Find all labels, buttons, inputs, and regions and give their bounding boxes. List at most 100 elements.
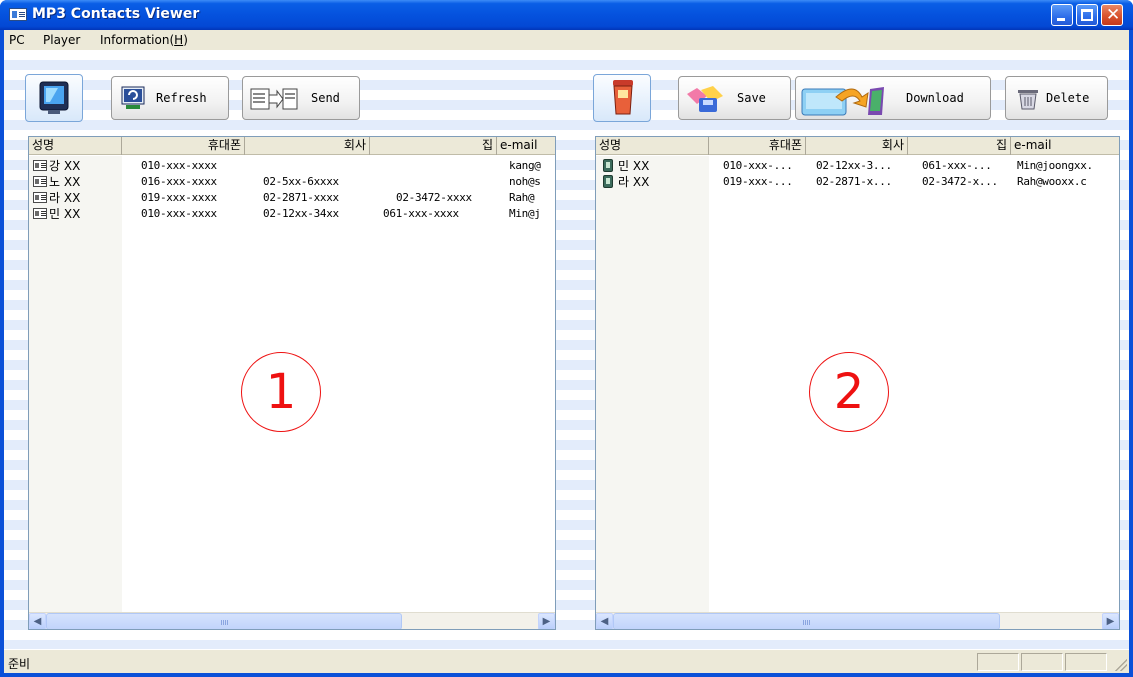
client-area: PC Player Information(H) Refresh Send Sa…: [4, 30, 1129, 673]
contact-home: 061-xxx-...: [922, 159, 992, 172]
marker-2: 2: [809, 352, 889, 432]
delete-label: Delete: [1046, 91, 1090, 105]
scroll-thumb[interactable]: [613, 613, 1000, 629]
send-label: Send: [311, 91, 340, 105]
player-contact-icon: [603, 175, 613, 188]
contact-email: Min@j: [509, 207, 541, 220]
send-icon: [250, 88, 298, 110]
window-title: MP3 Contacts Viewer: [32, 6, 200, 22]
contact-email: noh@s: [509, 175, 541, 188]
contact-mobile: 010-xxx-xxxx: [141, 207, 217, 220]
contact-email: Rah@wooxx.c: [1017, 175, 1087, 188]
contact-row[interactable]: 노 XX 016-xxx-xxxx 02-5xx-6xxxx noh@s: [29, 174, 555, 190]
status-bar: 준비: [4, 649, 1129, 673]
marker-1: 1: [241, 352, 321, 432]
contact-name: 노 XX: [49, 175, 81, 189]
column-header-email[interactable]: e-mail: [497, 137, 555, 155]
contact-mobile: 019-xxx-...: [723, 175, 793, 188]
status-panel: [977, 653, 1019, 671]
minimize-icon: [1057, 18, 1065, 21]
column-header-home[interactable]: 집: [908, 137, 1011, 155]
list-header: 성명 휴대폰 회사 집 e-mail: [596, 137, 1119, 155]
contact-name: 강 XX: [49, 159, 81, 173]
status-panel: [1021, 653, 1063, 671]
column-header-home[interactable]: 집: [370, 137, 497, 155]
contact-email: kang@: [509, 159, 541, 172]
contact-company: 02-2871-x...: [816, 175, 892, 188]
app-icon[interactable]: [9, 8, 27, 21]
main-window: MP3 Contacts Viewer ✕ PC Player Informat…: [0, 0, 1133, 677]
contact-row[interactable]: 라 XX 019-xxx-... 02-2871-x... 02-3472-x.…: [596, 174, 1119, 190]
contact-name: 민 XX: [618, 159, 650, 173]
horizontal-scrollbar[interactable]: ◀ ▶: [596, 612, 1119, 629]
contact-card-icon: [33, 160, 47, 171]
contact-company: 02-2871-xxxx: [263, 191, 339, 204]
save-button[interactable]: Save: [678, 76, 791, 120]
player-mode-button[interactable]: [593, 74, 651, 122]
contact-home: 02-3472-xxxx: [396, 191, 472, 204]
menu-bar: PC Player Information(H): [4, 30, 1129, 50]
close-icon: ✕: [1106, 5, 1121, 25]
column-header-name[interactable]: 성명: [29, 137, 122, 155]
column-header-email[interactable]: e-mail: [1011, 137, 1119, 155]
player-contacts-list[interactable]: 성명 휴대폰 회사 집 e-mail 민 XX 010-xxx-... 02-1…: [595, 136, 1120, 630]
contact-card-icon: [33, 208, 47, 219]
close-button[interactable]: ✕: [1101, 4, 1123, 26]
contact-row[interactable]: 민 XX 010-xxx-xxxx 02-12xx-34xx 061-xxx-x…: [29, 206, 555, 222]
download-label: Download: [906, 91, 964, 105]
maximize-icon: [1081, 9, 1093, 21]
contact-mobile: 010-xxx-xxxx: [141, 159, 217, 172]
contact-home: 02-3472-x...: [922, 175, 998, 188]
contact-mobile: 010-xxx-...: [723, 159, 793, 172]
column-header-mobile[interactable]: 휴대폰: [709, 137, 806, 155]
column-header-company[interactable]: 회사: [806, 137, 908, 155]
menu-information[interactable]: Information(H): [100, 33, 188, 47]
contact-email: Rah@: [509, 191, 535, 204]
scroll-left-arrow[interactable]: ◀: [596, 613, 613, 629]
horizontal-scrollbar[interactable]: ◀ ▶: [29, 612, 555, 629]
download-icon: [801, 87, 884, 116]
contact-company: 02-12xx-34xx: [263, 207, 339, 220]
contact-company: 02-12xx-3...: [816, 159, 892, 172]
menu-pc[interactable]: PC: [9, 33, 25, 47]
save-icon: [687, 86, 723, 112]
contact-name: 라 XX: [618, 175, 650, 189]
contact-home: 061-xxx-xxxx: [383, 207, 459, 220]
menu-player[interactable]: Player: [43, 33, 80, 47]
contact-row[interactable]: 강 XX 010-xxx-xxxx kang@: [29, 158, 555, 174]
title-bar[interactable]: MP3 Contacts Viewer ✕: [0, 0, 1133, 30]
delete-button[interactable]: Delete: [1005, 76, 1108, 120]
contact-card-icon: [33, 192, 47, 203]
scroll-right-arrow[interactable]: ▶: [1102, 613, 1119, 629]
maximize-button[interactable]: [1076, 4, 1098, 26]
contact-email: Min@joongxx.: [1017, 159, 1093, 172]
download-button[interactable]: Download: [795, 76, 991, 120]
mp3-player-icon: [613, 80, 633, 115]
status-panel: [1065, 653, 1107, 671]
content-area: Refresh Send Save Download Delete 성명 휴대폰…: [4, 50, 1129, 649]
contact-row[interactable]: 민 XX 010-xxx-... 02-12xx-3... 061-xxx-..…: [596, 158, 1119, 174]
column-header-company[interactable]: 회사: [245, 137, 370, 155]
refresh-label: Refresh: [156, 91, 207, 105]
save-label: Save: [737, 91, 766, 105]
contact-row[interactable]: 라 XX 019-xxx-xxxx 02-2871-xxxx 02-3472-x…: [29, 190, 555, 206]
list-header: 성명 휴대폰 회사 집 e-mail: [29, 137, 555, 155]
player-contact-icon: [603, 159, 613, 172]
pc-mode-button[interactable]: [25, 74, 83, 122]
contact-name: 민 XX: [49, 207, 81, 221]
contact-company: 02-5xx-6xxxx: [263, 175, 339, 188]
minimize-button[interactable]: [1051, 4, 1073, 26]
column-header-name[interactable]: 성명: [596, 137, 709, 155]
monitor-icon: [39, 81, 69, 114]
scroll-left-arrow[interactable]: ◀: [29, 613, 46, 629]
pc-contacts-list[interactable]: 성명 휴대폰 회사 집 e-mail 강 XX 010-xxx-xxxx kan…: [28, 136, 556, 630]
refresh-button[interactable]: Refresh: [111, 76, 229, 120]
send-button[interactable]: Send: [242, 76, 360, 120]
scroll-right-arrow[interactable]: ▶: [538, 613, 555, 629]
trash-icon: [1018, 90, 1038, 110]
resize-grip[interactable]: [1115, 659, 1127, 671]
contact-mobile: 016-xxx-xxxx: [141, 175, 217, 188]
scroll-thumb[interactable]: [46, 613, 402, 629]
contact-name: 라 XX: [49, 191, 81, 205]
column-header-mobile[interactable]: 휴대폰: [122, 137, 245, 155]
